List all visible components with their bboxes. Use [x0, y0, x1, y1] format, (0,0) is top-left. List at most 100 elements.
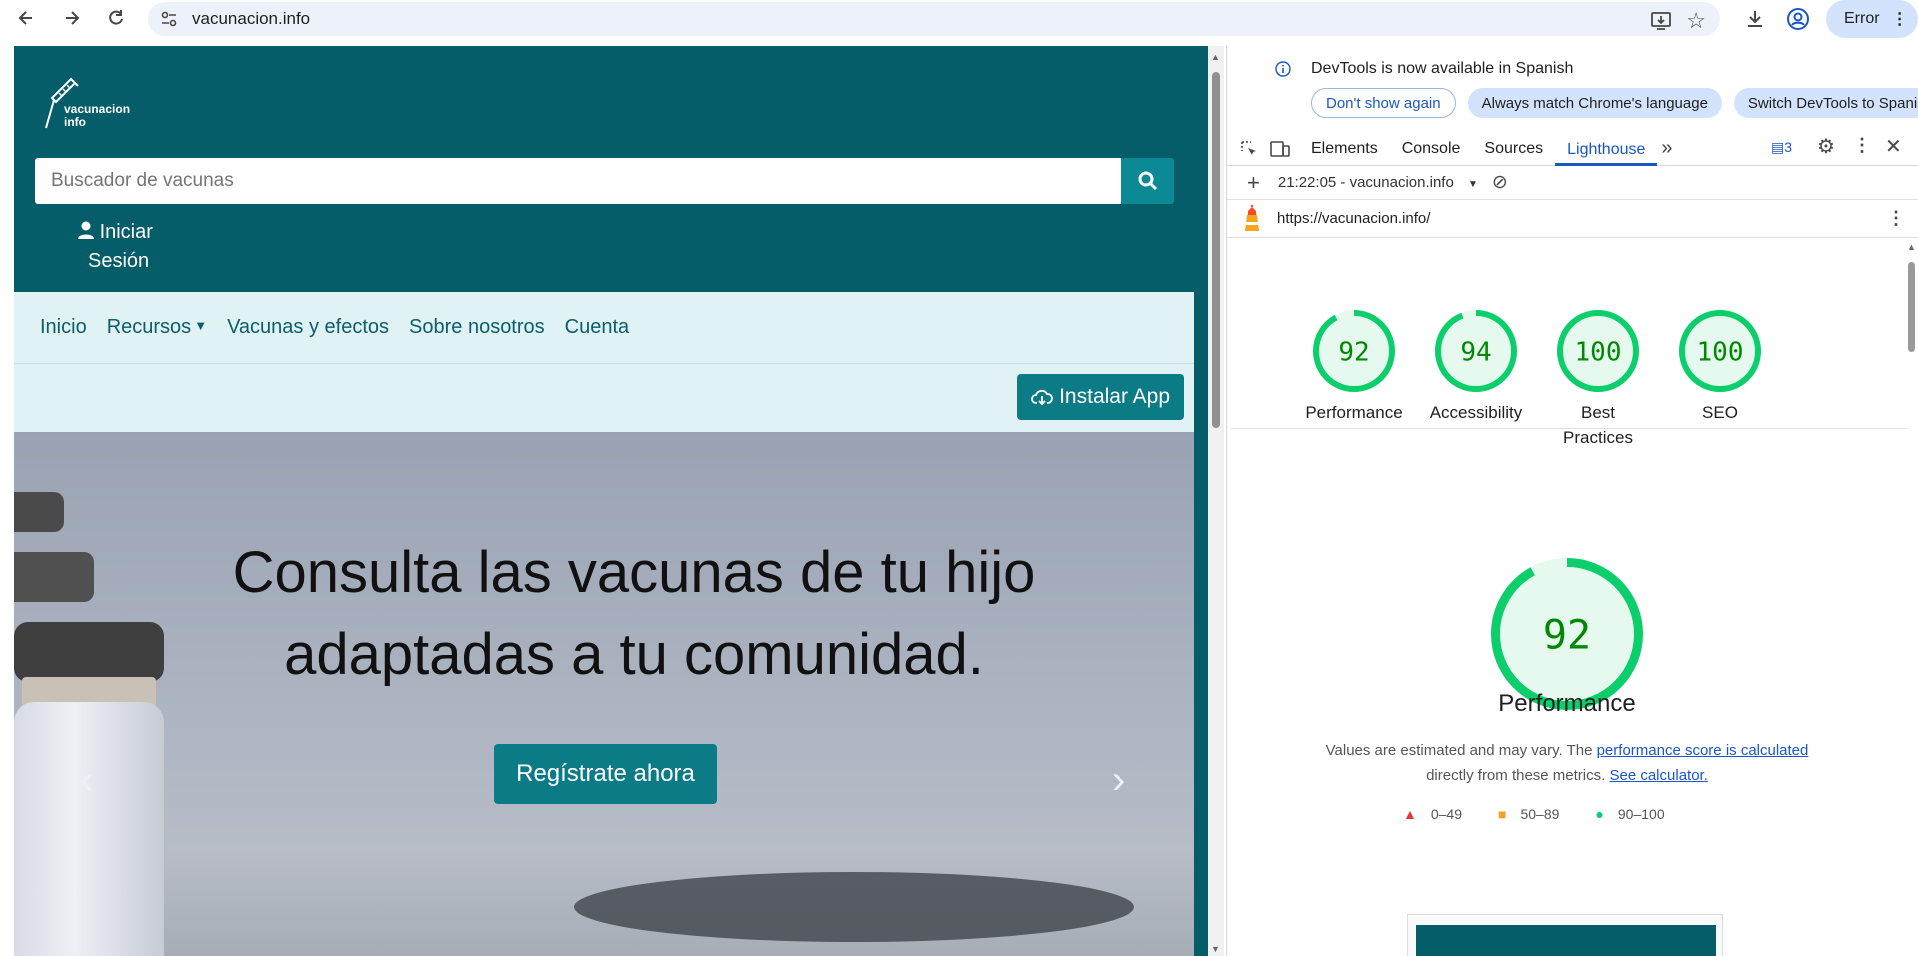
switch-language-button[interactable]: Switch DevTools to Spanish: [1733, 88, 1918, 118]
register-button[interactable]: Regístrate ahora: [494, 744, 717, 804]
back-icon[interactable]: [8, 0, 44, 36]
downloads-icon[interactable]: [1744, 8, 1766, 35]
report-url[interactable]: https://vacunacion.info/: [1277, 210, 1430, 227]
report-scroll-up-icon[interactable]: ▲: [1907, 242, 1916, 252]
nav-cuenta[interactable]: Cuenta: [565, 316, 630, 339]
menu-dots-icon[interactable]: ⋮: [1892, 9, 1908, 29]
install-app-button[interactable]: Instalar App: [1017, 374, 1184, 420]
gauge-label: Best Practices: [1563, 403, 1633, 447]
tab-sources[interactable]: Sources: [1472, 140, 1555, 158]
more-tabs-icon[interactable]: »: [1661, 137, 1672, 160]
gauge-performance[interactable]: 92 Performance: [1299, 310, 1409, 425]
devtools-menu-icon[interactable]: ⋮: [1853, 135, 1871, 156]
report-scrollbar[interactable]: ▲: [1906, 238, 1918, 956]
address-bar[interactable]: vacunacion.info ☆: [148, 2, 1720, 36]
site-info-icon[interactable]: [160, 10, 178, 28]
score-ring: 92: [1491, 558, 1643, 710]
score-calculated-link[interactable]: performance score is calculated: [1597, 742, 1809, 759]
score-value: 100: [1697, 337, 1744, 367]
nav-inicio[interactable]: Inicio: [40, 316, 87, 339]
install-app-icon[interactable]: [1650, 11, 1672, 31]
score-value: 92: [1543, 612, 1591, 658]
clear-reports-icon[interactable]: ⊘: [1492, 171, 1508, 194]
triangle-icon: ▲: [1403, 806, 1417, 822]
login-text-line2: Sesión: [88, 250, 150, 272]
gauge-best-practices[interactable]: 100 Best Practices: [1543, 310, 1653, 450]
lighthouse-report: 92 Performance 94 Accessibility 100 Best Pract…: [1227, 238, 1907, 956]
circle-icon: ●: [1595, 806, 1604, 822]
nav-recursos-label: Recursos: [106, 316, 192, 338]
legend-average-label: 50–89: [1520, 806, 1560, 822]
page-screenshot-thumbnail: [1407, 914, 1723, 956]
tab-console[interactable]: Console: [1390, 140, 1473, 158]
browser-toolbar: vacunacion.info ☆ Error ⋮: [0, 0, 1918, 46]
report-select[interactable]: 21:22:05 - vacunacion.info ▼: [1278, 174, 1478, 191]
website-viewport: vacunacion info Iniciar Sesión Inicio Re…: [0, 46, 1208, 956]
report-menu-icon[interactable]: ⋮: [1887, 208, 1905, 229]
scroll-down-icon[interactable]: ▼: [1211, 944, 1220, 954]
gauge-seo[interactable]: 100 SEO: [1665, 310, 1775, 425]
score-value: 92: [1338, 337, 1369, 367]
legend-average: ■ 50–89: [1498, 806, 1559, 822]
profile-error-label: Error: [1844, 10, 1880, 27]
see-calculator-link[interactable]: See calculator.: [1609, 767, 1707, 784]
nav-recursos[interactable]: Recursos ▼: [107, 316, 207, 339]
site-logo[interactable]: vacunacion info: [44, 76, 134, 134]
infobar-message: DevTools is now available in Spanish: [1311, 60, 1574, 77]
performance-main-gauge: 92: [1491, 558, 1643, 710]
legend-pass: ● 90–100: [1595, 806, 1664, 822]
install-app-label: Instalar App: [1059, 385, 1170, 408]
performance-title: Performance: [1498, 690, 1636, 717]
issues-count: 3: [1784, 139, 1793, 155]
profile-error-button[interactable]: Error ⋮: [1826, 0, 1918, 38]
install-bar: Instalar App: [14, 364, 1194, 432]
match-language-button[interactable]: Always match Chrome's language: [1467, 88, 1722, 118]
carousel-next-icon[interactable]: ›: [1112, 758, 1125, 803]
hero-title: Consulta las vacunas de tu hijo adaptada…: [14, 532, 1194, 696]
legend-fail: ▲ 0–49: [1403, 806, 1462, 822]
legend-pass-label: 90–100: [1617, 806, 1665, 822]
carousel-prev-icon[interactable]: ‹: [80, 758, 93, 803]
search-button[interactable]: [1121, 158, 1174, 204]
new-report-icon[interactable]: +: [1247, 170, 1260, 196]
nav-sobre-nosotros[interactable]: Sobre nosotros: [409, 316, 545, 339]
account-icon[interactable]: [1786, 7, 1810, 36]
issues-icon: ▤: [1771, 139, 1785, 155]
dropdown-caret-icon: ▼: [1468, 179, 1478, 190]
score-ring: 94: [1435, 310, 1517, 392]
tab-elements[interactable]: Elements: [1299, 140, 1390, 158]
settings-gear-icon[interactable]: ⚙: [1817, 134, 1835, 159]
caret-down-icon: ▼: [194, 318, 208, 333]
forward-icon[interactable]: [54, 0, 90, 36]
search-input[interactable]: [35, 158, 1121, 204]
gauge-accessibility[interactable]: 94 Accessibility: [1421, 310, 1531, 425]
report-select-label: 21:22:05 - vacunacion.info: [1277, 174, 1454, 191]
hero-title-line1: Consulta las vacunas de tu hijo: [232, 540, 1036, 605]
scroll-up-icon[interactable]: ▲: [1211, 52, 1220, 62]
user-icon: [78, 221, 94, 239]
legend-fail-label: 0–49: [1430, 806, 1463, 822]
page-scroll-thumb[interactable]: [1212, 72, 1220, 428]
device-toolbar-icon[interactable]: [1269, 139, 1291, 159]
bookmark-star-icon[interactable]: ☆: [1686, 8, 1706, 34]
dont-show-again-button[interactable]: Don't show again: [1311, 88, 1456, 118]
page-scrollbar[interactable]: ▲ ▼: [1208, 46, 1224, 956]
logo-text-line2: info: [64, 115, 86, 129]
nav-vacunas[interactable]: Vacunas y efectos: [227, 316, 389, 339]
reload-icon[interactable]: [98, 0, 134, 36]
gauge-label: Performance: [1305, 403, 1403, 422]
issues-counter[interactable]: ▤3: [1771, 139, 1792, 156]
search-icon: [1138, 171, 1157, 191]
close-icon[interactable]: ✕: [1885, 134, 1902, 159]
lighthouse-logo-icon: [1245, 204, 1259, 231]
vaccine-search: [35, 158, 1174, 204]
note-text-2: directly from these metrics.: [1426, 767, 1606, 784]
performance-note: Values are estimated and may vary. The p…: [1227, 738, 1907, 788]
tab-lighthouse[interactable]: Lighthouse: [1555, 132, 1658, 166]
score-legend: ▲ 0–49 ■ 50–89 ● 90–100: [1403, 806, 1665, 822]
url-text[interactable]: vacunacion.info: [192, 9, 310, 29]
inspect-element-icon[interactable]: [1239, 139, 1259, 159]
report-scroll-thumb[interactable]: [1908, 262, 1915, 352]
login-link[interactable]: Iniciar Sesión: [78, 218, 153, 276]
score-ring: 100: [1679, 310, 1761, 392]
